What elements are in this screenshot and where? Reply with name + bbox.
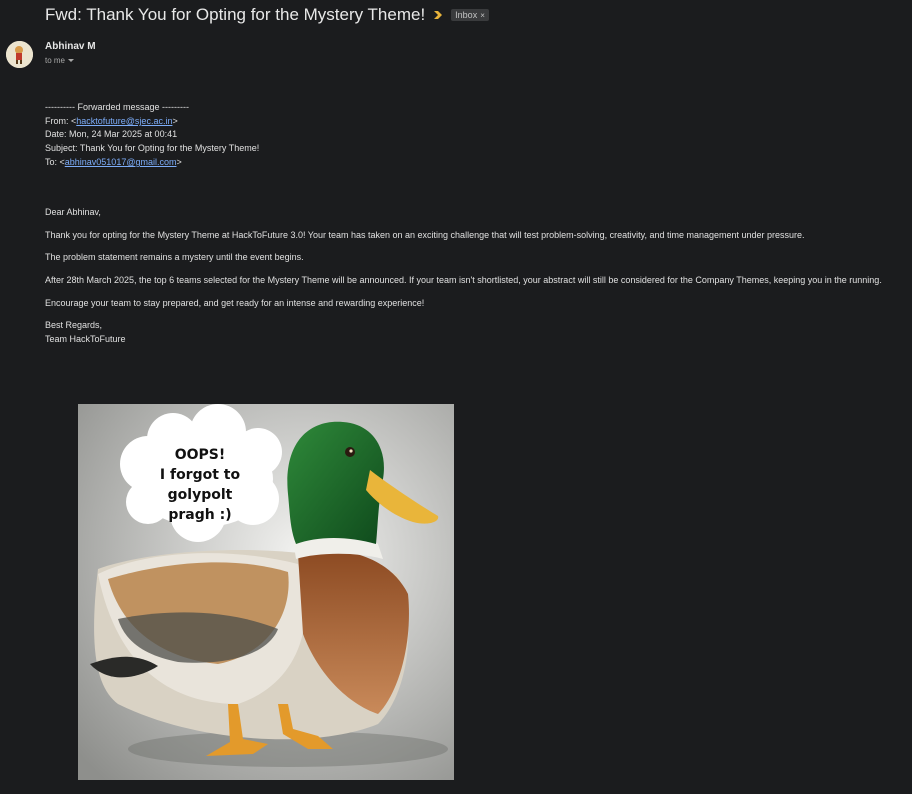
duck-image[interactable]: OOPS! I forgot to golypolt pragh :) [78, 404, 454, 780]
signoff-team: Team HackToFuture [45, 334, 126, 344]
forward-separator: ---------- Forwarded message --------- [45, 102, 189, 112]
recipient-details-toggle[interactable]: to me [45, 56, 75, 65]
greeting: Dear Abhinav, [45, 207, 101, 217]
avatar[interactable] [6, 41, 33, 68]
paragraph-4: Encourage your team to stay prepared, an… [45, 298, 425, 308]
bubble-line-2: I forgot to golypolt [159, 467, 241, 503]
sender-name[interactable]: Abhinav M [45, 41, 96, 52]
signoff-regards: Best Regards, [45, 320, 103, 330]
paragraph-2: The problem statement remains a mystery … [45, 252, 304, 262]
importance-marker-icon[interactable] [433, 10, 443, 20]
to-prefix: To: < [45, 157, 65, 167]
subject-row: Fwd: Thank You for Opting for the Myster… [45, 5, 489, 25]
paragraph-1: Thank you for opting for the Mystery The… [45, 230, 805, 240]
forward-from: From: <hacktofuture@sjec.ac.in> [45, 116, 178, 126]
paragraph-3: After 28th March 2025, the top 6 teams s… [45, 275, 882, 285]
chevron-down-icon [68, 59, 75, 62]
bubble-line-1: OOPS! [174, 447, 226, 463]
speech-bubble-text: OOPS! I forgot to golypolt pragh :) [130, 445, 270, 525]
remove-label-icon[interactable]: × [480, 11, 485, 20]
forward-subject: Subject: Thank You for Opting for the My… [45, 143, 260, 153]
inbox-label-text: Inbox [455, 10, 478, 20]
inbox-label-chip[interactable]: Inbox × [451, 9, 489, 21]
from-suffix: > [172, 116, 178, 126]
to-email-link[interactable]: abhinav051017@gmail.com [65, 157, 177, 167]
forward-to: To: <abhinav051017@gmail.com> [45, 157, 182, 167]
forward-date: Date: Mon, 24 Mar 2025 at 00:41 [45, 129, 178, 139]
email-subject: Fwd: Thank You for Opting for the Myster… [45, 5, 426, 24]
to-suffix: > [176, 157, 182, 167]
avatar-image [6, 41, 33, 68]
from-email-link[interactable]: hacktofuture@sjec.ac.in [76, 116, 172, 126]
bubble-line-3: pragh :) [168, 507, 232, 523]
from-prefix: From: < [45, 116, 77, 126]
recipient-text: to me [45, 56, 66, 65]
